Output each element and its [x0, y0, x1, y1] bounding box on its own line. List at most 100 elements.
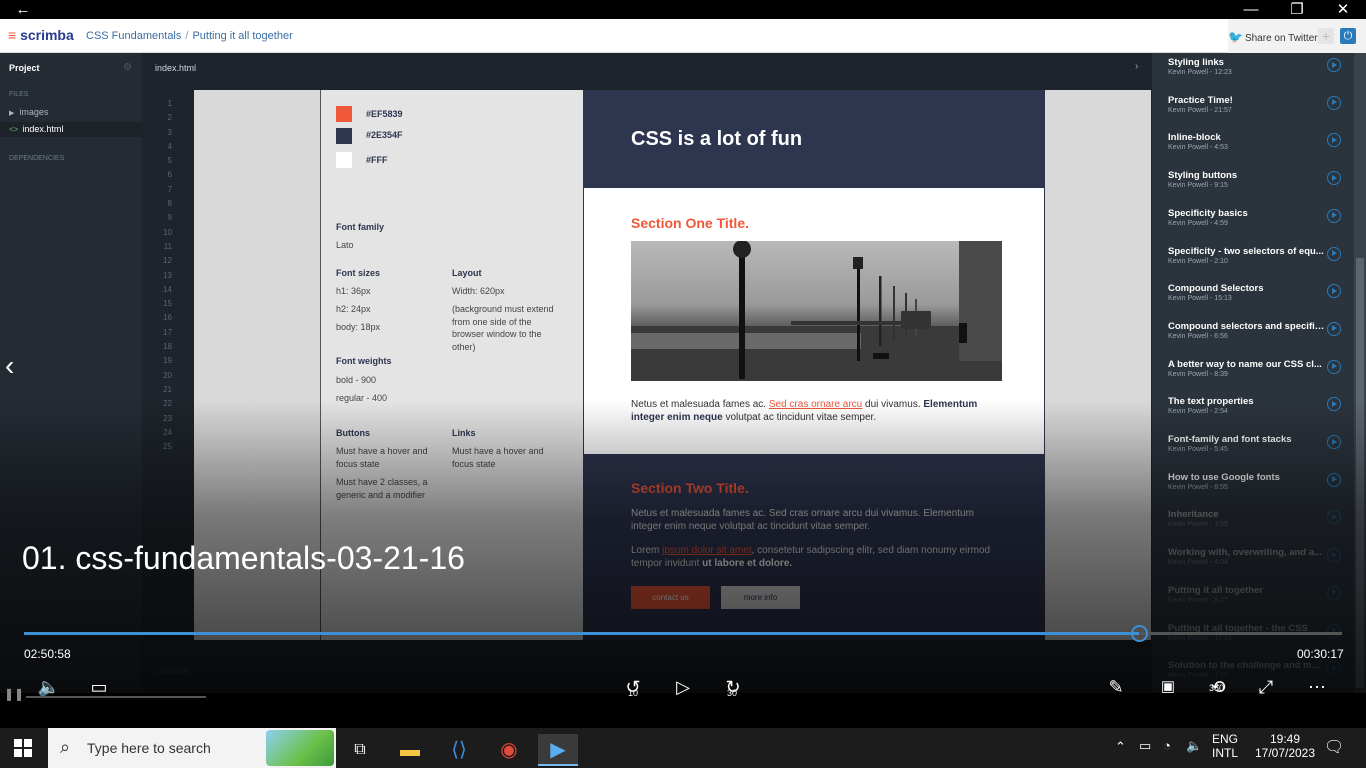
play-circle-icon[interactable] — [1327, 208, 1341, 223]
mockup-header: CSS is a lot of fun — [584, 90, 1044, 188]
play-circle-icon[interactable] — [1327, 321, 1341, 336]
chevron-up-icon[interactable]: ⌃ — [1115, 739, 1126, 755]
sidebar-item-index-html[interactable]: <> index.html — [0, 122, 142, 137]
vr-360-button[interactable]: ⟲ 360 — [1203, 677, 1233, 698]
play-circle-icon[interactable] — [1327, 472, 1341, 487]
windows-start-icon[interactable] — [14, 739, 32, 757]
more-info-button[interactable]: more info — [721, 586, 800, 609]
battery-icon[interactable]: ▭ — [1139, 738, 1151, 754]
fullscreen-icon[interactable]: ⤢ — [1253, 677, 1279, 698]
line-number: 23 — [163, 413, 172, 423]
progress-handle[interactable] — [1131, 625, 1148, 642]
gear-icon[interactable]: ⚙ — [123, 62, 132, 73]
buttons-rule: Must have 2 classes, a generic and a mod… — [336, 477, 428, 500]
play-circle-icon[interactable] — [1327, 58, 1341, 72]
lesson-title: Solution to the challenge and m... — [1168, 660, 1320, 672]
play-circle-icon[interactable] — [1327, 246, 1341, 261]
header-actions: 🐦 Share on Twitter + ⏻ — [1228, 19, 1366, 53]
wifi-icon[interactable]: ◔ — [1163, 738, 1171, 753]
pen-icon[interactable]: ✎ — [1103, 677, 1129, 698]
lesson-title: Compound Selectors — [1168, 283, 1264, 295]
lesson-item[interactable]: A better way to name our CSS cl... Kevin … — [1152, 357, 1348, 395]
play-circle-icon[interactable] — [1327, 435, 1341, 449]
volume-icon[interactable]: 🔈 — [36, 677, 62, 698]
taskbar-search[interactable]: ⌕ Type here to search — [48, 728, 336, 768]
design-mockup: CSS is a lot of fun Section One Title. N… — [583, 90, 1045, 640]
chevron-left-icon[interactable]: ‹ — [5, 350, 14, 382]
play-circle-icon[interactable] — [1327, 548, 1341, 563]
lesson-item[interactable]: Inline-block Kevin Powell - 4:53 — [1152, 130, 1348, 168]
lesson-item[interactable]: Inheritance Kevin Powell - 1:55 — [1152, 507, 1348, 545]
play-circle-icon[interactable] — [1327, 359, 1341, 374]
breadcrumb-lesson[interactable]: Putting it all together — [192, 30, 292, 42]
play-circle-icon[interactable] — [1327, 171, 1341, 186]
lesson-item[interactable]: Compound Selectors Kevin Powell - 15:13 — [1152, 281, 1348, 319]
para3-link[interactable]: ipsum dolor sit amet — [662, 545, 751, 556]
task-view-icon[interactable]: ⧉ — [340, 734, 380, 766]
video-player-icon[interactable]: ▶ — [538, 734, 578, 766]
plus-icon[interactable]: + — [1318, 28, 1334, 44]
line-number: 13 — [163, 270, 172, 280]
search-input[interactable]: Type here to search — [87, 740, 211, 756]
lesson-meta: Kevin Powell - 1:55 — [1168, 521, 1228, 529]
close-button[interactable]: ✕ — [1320, 0, 1366, 19]
breadcrumb-course[interactable]: CSS Fundamentals — [86, 30, 181, 42]
lesson-scrollbar[interactable] — [1354, 53, 1366, 693]
lesson-item[interactable]: Compound selectors and specific... Kevin … — [1152, 319, 1348, 357]
power-icon[interactable]: ⏻ — [1340, 28, 1356, 44]
contact-us-button[interactable]: contact us — [631, 586, 710, 609]
minimize-button[interactable]: — — [1228, 0, 1274, 19]
play-circle-icon[interactable] — [1327, 133, 1341, 148]
lesson-item[interactable]: Specificity - two selectors of equ... Kev… — [1152, 244, 1348, 282]
chevron-right-icon: ▶ — [9, 110, 15, 117]
editor-tab[interactable]: index.html — [155, 63, 196, 73]
play-circle-icon[interactable] — [1327, 397, 1341, 412]
para1-link[interactable]: Sed cras ornare arcu — [769, 399, 862, 410]
file-explorer-icon[interactable]: ▬ — [390, 734, 430, 766]
lesson-item[interactable]: The text properties Kevin Powell - 2:54 — [1152, 394, 1348, 432]
lesson-item[interactable]: Styling buttons Kevin Powell - 9:15 — [1152, 168, 1348, 206]
lesson-item[interactable]: Font-family and font stacks Kevin Powell … — [1152, 432, 1348, 470]
line-number: 18 — [163, 342, 172, 352]
mini-player-icon[interactable]: ▣ — [1155, 677, 1181, 695]
play-circle-icon[interactable] — [1327, 623, 1341, 638]
captions-icon[interactable]: ▭ — [86, 677, 112, 698]
play-circle-icon[interactable] — [1327, 284, 1341, 299]
skip-back-button[interactable]: ↺ 10 — [619, 677, 647, 698]
lesson-item[interactable]: Styling links Kevin Powell - 12:23 — [1152, 55, 1348, 93]
vscode-icon[interactable]: ⟨⟩ — [439, 734, 479, 766]
volume-slider[interactable] — [26, 696, 206, 698]
chevron-right-icon[interactable]: › — [1135, 61, 1138, 72]
lesson-item[interactable]: Putting it all together Kevin Powell - 8:… — [1152, 583, 1348, 621]
play-circle-icon[interactable] — [1327, 585, 1341, 600]
share-twitter-button[interactable]: 🐦 Share on Twitter — [1228, 30, 1318, 44]
section-two: Section Two Title. Netus et malesuada fa… — [584, 454, 1044, 640]
more-options-icon[interactable]: ⋯ — [1305, 677, 1329, 698]
line-number: 7 — [167, 184, 172, 194]
lesson-item[interactable]: How to use Google fonts Kevin Powell - 8:… — [1152, 470, 1348, 508]
console-label[interactable]: CONSOLE — [155, 669, 189, 676]
back-arrow-icon[interactable]: ← — [0, 0, 46, 19]
scrimba-logo[interactable]: ≡ scrimba — [8, 27, 74, 43]
notifications-icon[interactable]: 🗨 — [1324, 737, 1344, 757]
speaker-icon[interactable]: 🔈 — [1186, 738, 1202, 754]
lesson-item[interactable]: Working with, overwriting, and a... Kevin… — [1152, 545, 1348, 583]
play-circle-icon[interactable] — [1327, 661, 1341, 676]
lesson-meta: Kevin Powell - 8:55 — [1168, 483, 1228, 491]
play-icon[interactable]: ▷ — [671, 677, 695, 698]
chrome-icon[interactable]: ◉ — [489, 734, 529, 766]
language-indicator[interactable]: ENG INTL — [1212, 732, 1238, 760]
restore-button[interactable]: ❐ — [1274, 0, 1320, 19]
lesson-item[interactable]: Practice Time! Kevin Powell - 21:57 — [1152, 93, 1348, 131]
lesson-meta: Kevin Powell - 4:59 — [1168, 219, 1228, 227]
skip-forward-button[interactable]: ↻ 30 — [719, 677, 747, 698]
lesson-item[interactable]: Specificity basics Kevin Powell - 4:59 — [1152, 206, 1348, 244]
scrollbar-thumb[interactable] — [1356, 258, 1364, 688]
play-circle-icon[interactable] — [1327, 510, 1341, 525]
play-circle-icon[interactable] — [1327, 95, 1341, 110]
pause-icon[interactable]: ❚❚ — [4, 687, 24, 701]
para3-bold: ut labore et dolore. — [702, 558, 793, 569]
clock[interactable]: 19:49 17/07/2023 — [1250, 732, 1320, 760]
line-number: 3 — [167, 127, 172, 137]
sidebar-item-images[interactable]: ▶ images — [9, 107, 48, 117]
